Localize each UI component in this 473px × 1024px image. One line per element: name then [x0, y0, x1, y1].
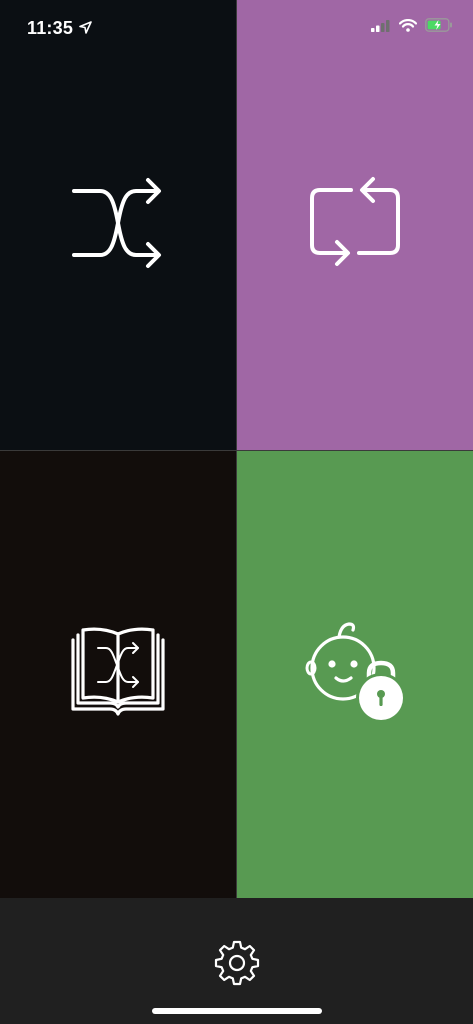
book-shuffle-icon	[70, 626, 166, 723]
status-time-group: 11:35	[27, 18, 92, 39]
shuffle-icon	[72, 174, 164, 277]
battery-charging-icon	[425, 18, 453, 37]
status-time: 11:35	[27, 18, 74, 38]
shuffle-tile[interactable]	[0, 0, 236, 450]
repeat-icon	[307, 173, 403, 278]
settings-button[interactable]	[211, 939, 263, 991]
wifi-icon	[398, 18, 418, 37]
home-indicator	[152, 1008, 322, 1014]
child-lock-tile[interactable]	[237, 451, 473, 898]
baby-lock-icon	[303, 620, 407, 729]
status-bar: 11:35	[0, 0, 473, 54]
tile-divider-vertical	[236, 0, 237, 898]
gear-icon	[213, 939, 261, 992]
status-icons	[371, 18, 453, 37]
shuffle-book-tile[interactable]	[0, 451, 236, 898]
cellular-signal-icon	[371, 19, 391, 37]
repeat-tile[interactable]	[237, 0, 473, 450]
location-arrow-icon	[79, 18, 92, 39]
tile-divider-horizontal	[0, 450, 473, 451]
